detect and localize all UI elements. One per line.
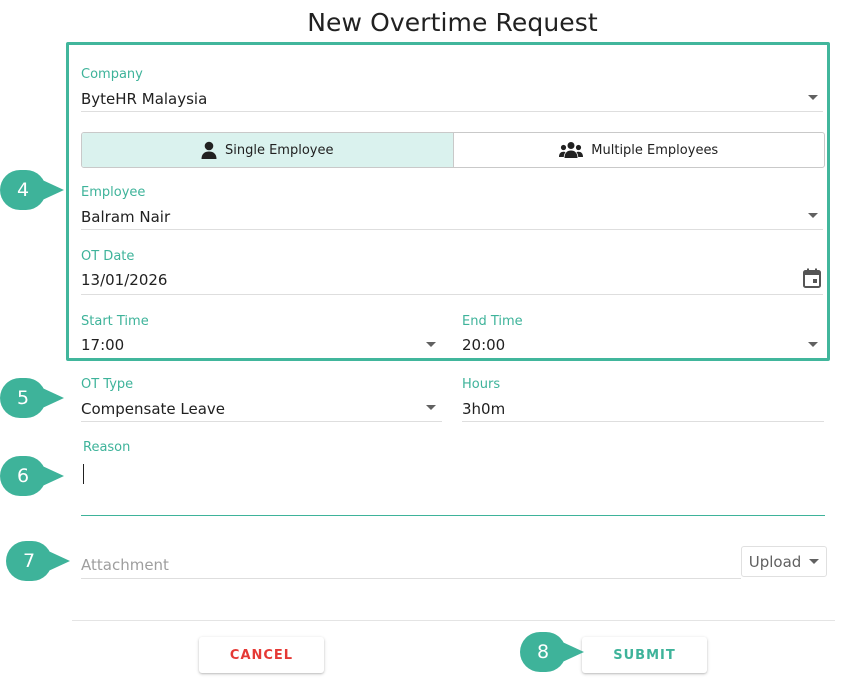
- ot-date-underline: [81, 294, 823, 295]
- employee-underline: [81, 229, 823, 230]
- hours-label: Hours: [462, 377, 501, 392]
- step-badge-8: 8: [520, 632, 590, 672]
- submit-button[interactable]: SUBMIT: [582, 637, 707, 673]
- footer-divider: [72, 620, 835, 621]
- company-select[interactable]: ByteHR Malaysia: [81, 90, 821, 112]
- attachment-underline: [81, 578, 741, 579]
- employee-select[interactable]: Balram Nair: [81, 208, 821, 230]
- dialog-title: New Overtime Request: [307, 8, 598, 37]
- upload-caret-down-icon: [809, 559, 820, 564]
- reason-textarea[interactable]: [81, 462, 823, 514]
- hours-underline: [462, 421, 824, 422]
- step-badge-number: 5: [0, 378, 46, 418]
- ot-date-label: OT Date: [81, 249, 135, 264]
- text-cursor: [83, 464, 84, 484]
- upload-label: Upload: [748, 552, 802, 571]
- reason-underline: [81, 515, 825, 516]
- step-badge-number: 4: [0, 170, 46, 210]
- end-time-label: End Time: [462, 314, 523, 329]
- employee-caret-down-icon[interactable]: [808, 213, 818, 218]
- step-badge-7: 7: [6, 541, 76, 581]
- employee-label: Employee: [81, 185, 146, 200]
- step-badge-4: 4: [0, 170, 70, 210]
- end-time-caret-down-icon[interactable]: [808, 342, 818, 347]
- step-badge-number: 8: [520, 632, 566, 672]
- employee-mode-toggle: Single Employee Multiple Employees: [81, 132, 825, 168]
- step-badge-6: 6: [0, 456, 70, 496]
- ot-type-label: OT Type: [81, 377, 134, 392]
- calendar-icon[interactable]: [803, 268, 821, 288]
- ot-type-select[interactable]: Compensate Leave: [81, 400, 441, 422]
- single-employee-button[interactable]: Single Employee: [82, 133, 454, 167]
- company-underline: [81, 111, 823, 112]
- ot-type-underline: [81, 421, 442, 422]
- cancel-button[interactable]: CANCEL: [199, 637, 324, 673]
- single-employee-label: Single Employee: [225, 142, 334, 158]
- person-icon: [201, 141, 217, 159]
- end-time-select[interactable]: 20:00: [462, 336, 822, 358]
- reason-label: Reason: [83, 440, 131, 455]
- multiple-employees-button[interactable]: Multiple Employees: [454, 133, 825, 167]
- start-time-select[interactable]: 17:00: [81, 336, 441, 358]
- upload-button[interactable]: Upload: [741, 546, 827, 577]
- ot-date-input[interactable]: 13/01/2026: [81, 271, 796, 293]
- attachment-field[interactable]: Attachment: [81, 556, 731, 578]
- company-caret-down-icon[interactable]: [808, 95, 818, 100]
- multiple-employees-label: Multiple Employees: [591, 142, 719, 158]
- step-badge-5: 5: [0, 378, 70, 418]
- hours-input[interactable]: 3h0m: [462, 400, 822, 422]
- step-badge-number: 6: [0, 456, 46, 496]
- ot-type-caret-down-icon[interactable]: [426, 405, 436, 410]
- group-icon: [559, 142, 584, 158]
- step-badge-number: 7: [6, 541, 52, 581]
- company-label: Company: [81, 67, 143, 82]
- start-time-label: Start Time: [81, 314, 149, 329]
- start-time-caret-down-icon[interactable]: [426, 342, 436, 347]
